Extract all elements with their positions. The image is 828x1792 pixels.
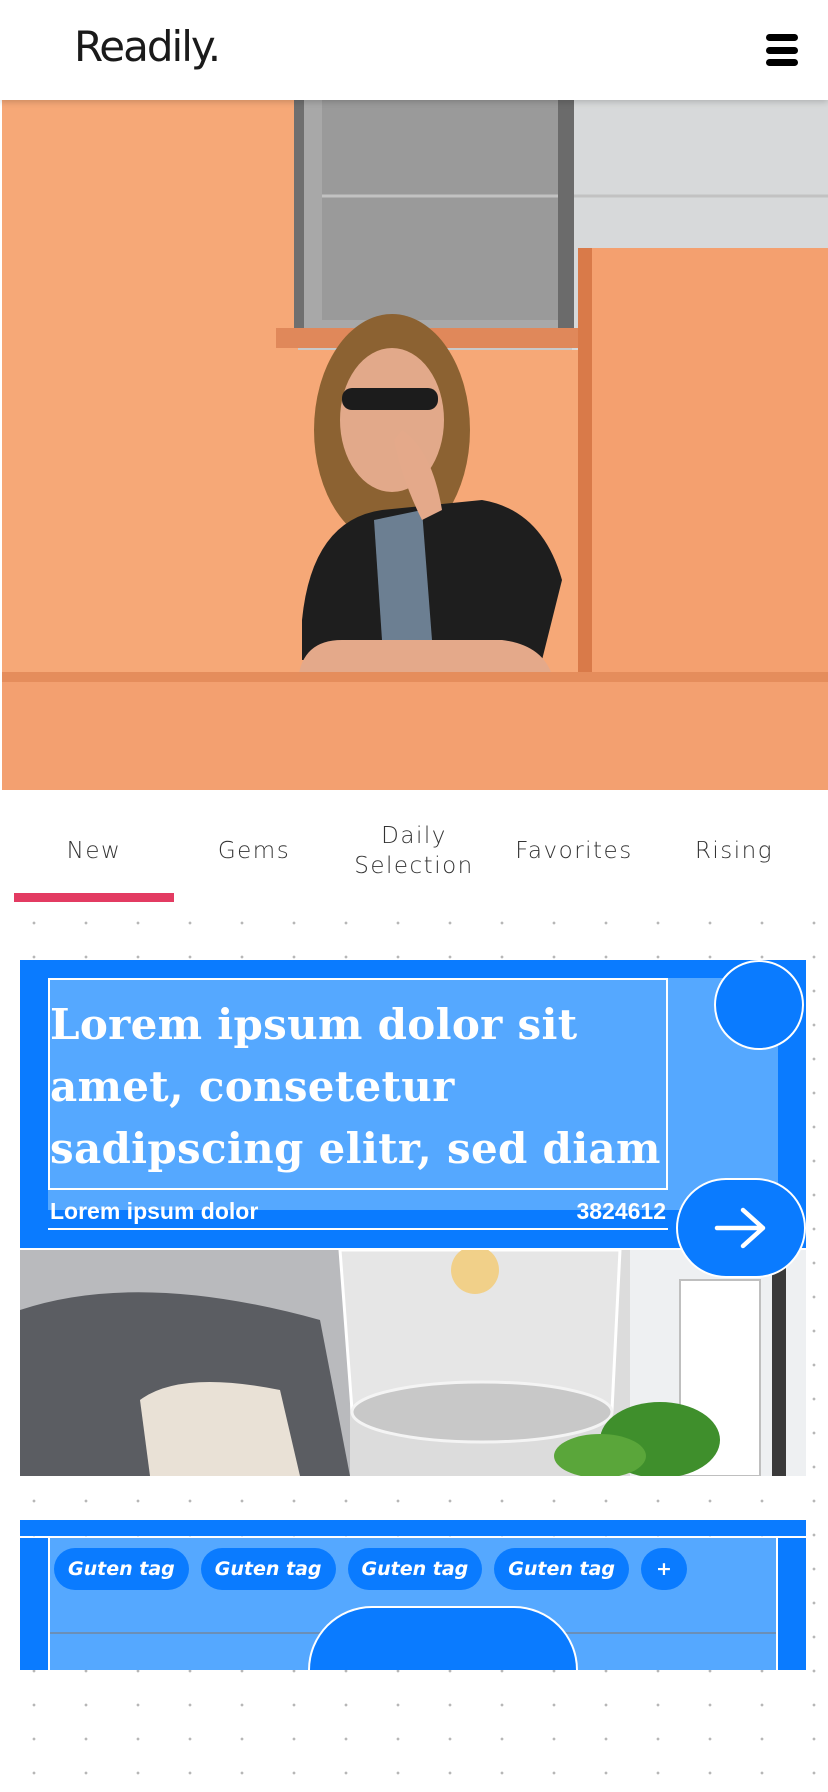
tab-label: New	[66, 838, 122, 864]
tab-label: Rising	[694, 838, 774, 864]
tag-chip[interactable]: Guten tag	[200, 1548, 336, 1590]
arrow-right-icon	[714, 1207, 766, 1249]
category-tabs: New Gems Daily Selection Favorites Risin…	[14, 800, 814, 902]
tag-list: Guten tag Guten tag Guten tag Guten tag …	[54, 1548, 687, 1590]
logo[interactable]: Readily.	[74, 22, 221, 71]
open-article-button[interactable]	[676, 1178, 806, 1278]
add-tag-button[interactable]: +	[641, 1548, 687, 1590]
tab-rising[interactable]: Rising	[654, 800, 814, 902]
hero-image	[2, 100, 828, 790]
card-title-box: Lorem ipsum dolor sit amet, consetetur s…	[48, 978, 668, 1190]
card-meta: Lorem ipsum dolor 3824612	[48, 1190, 668, 1230]
decorative-semicircle	[308, 1606, 578, 1670]
card-footer: Guten tag Guten tag Guten tag Guten tag …	[20, 1538, 806, 1670]
tab-label: Favorites	[515, 838, 633, 864]
hamburger-menu-icon[interactable]	[766, 34, 798, 66]
card-image[interactable]	[20, 1250, 806, 1476]
app-header: Readily.	[0, 0, 828, 100]
tag-chip[interactable]: Guten tag	[54, 1548, 189, 1590]
card-divider-bar	[20, 1520, 806, 1536]
tab-label: Gems	[217, 838, 291, 864]
tab-gems[interactable]: Gems	[174, 800, 334, 902]
tag-chip[interactable]: Guten tag	[494, 1548, 629, 1590]
card-author: Lorem ipsum dolor	[50, 1198, 259, 1224]
tab-new[interactable]: New	[14, 800, 174, 902]
card-footer-panel: Guten tag Guten tag Guten tag Guten tag …	[48, 1538, 778, 1670]
tag-chip[interactable]: Guten tag	[347, 1548, 483, 1590]
tab-label: Daily Selection	[354, 823, 474, 879]
tab-favorites[interactable]: Favorites	[494, 800, 654, 902]
article-card[interactable]: Lorem ipsum dolor sit amet, consetetur s…	[20, 960, 806, 1670]
card-title[interactable]: Lorem ipsum dolor sit amet, consetetur s…	[50, 994, 666, 1180]
decorative-circle	[714, 960, 804, 1050]
card-count: 3824612	[576, 1198, 666, 1224]
tab-daily-selection[interactable]: Daily Selection	[334, 800, 494, 902]
